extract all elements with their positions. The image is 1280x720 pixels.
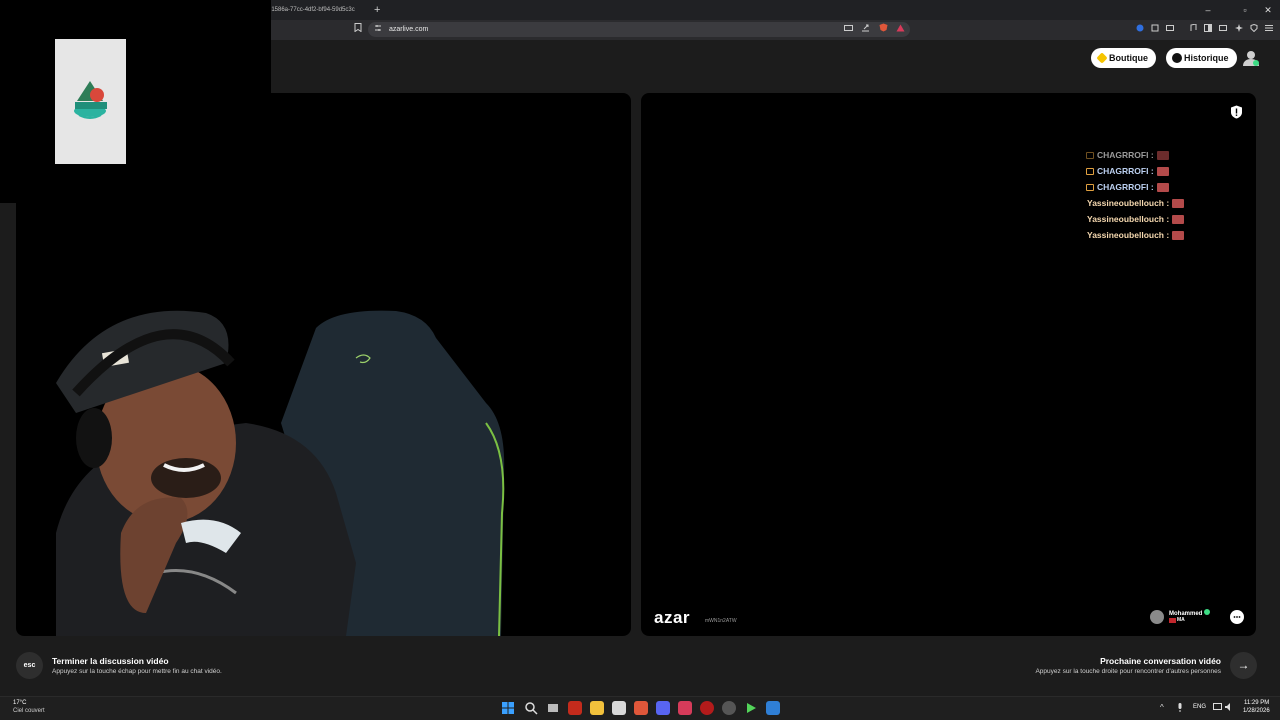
- gift-icon: [1156, 167, 1169, 176]
- chat-username: CHAGRROFI :: [1097, 150, 1154, 160]
- gift-icon: [1156, 151, 1169, 160]
- chat-bubble-button[interactable]: [1230, 610, 1244, 624]
- next-chat-hint: Appuyez sur la touche droite pour rencon…: [1035, 668, 1221, 675]
- input-language[interactable]: ENG: [1193, 704, 1206, 710]
- clock-time[interactable]: 11:29 PM: [1244, 700, 1269, 706]
- search-icon[interactable]: [524, 701, 538, 715]
- chat-message: CHAGRROFI :: [1086, 181, 1169, 193]
- weather-description[interactable]: Ciel couvert: [13, 708, 45, 714]
- sidebar-icon[interactable]: [1202, 23, 1214, 36]
- chat-message: Yassineoubellouch :: [1087, 213, 1185, 225]
- crown-icon: [1086, 184, 1094, 191]
- bookmark-icon[interactable]: [352, 23, 364, 36]
- media-icon[interactable]: [1187, 23, 1199, 36]
- shop-button[interactable]: Boutique: [1091, 48, 1156, 68]
- network-icon[interactable]: [1213, 703, 1222, 713]
- address-bar[interactable]: [368, 22, 910, 37]
- share-icon[interactable]: [859, 23, 871, 36]
- end-chat-esc-button[interactable]: esc: [16, 652, 43, 679]
- clock-date[interactable]: 1/28/2026: [1243, 708, 1270, 714]
- minimize-button[interactable]: –: [1201, 3, 1215, 17]
- chat-username: CHAGRROFI :: [1097, 166, 1154, 176]
- chat-username: CHAGRROFI :: [1097, 182, 1154, 192]
- extension-vpn-icon[interactable]: [1134, 23, 1146, 36]
- vpn-shield-icon[interactable]: [1248, 23, 1260, 36]
- play-app-icon[interactable]: [744, 701, 758, 715]
- history-label: Historique: [1184, 53, 1229, 63]
- room-id: mWN1n2ATW: [705, 618, 737, 624]
- crown-icon: [1086, 152, 1094, 159]
- new-tab-button[interactable]: +: [374, 3, 380, 17]
- app-icon-circle[interactable]: [700, 701, 714, 715]
- profile-avatar-icon[interactable]: [1242, 49, 1260, 67]
- brave-browser-icon[interactable]: [634, 701, 648, 715]
- wallet-icon[interactable]: [1217, 23, 1229, 36]
- preview-overlay: [0, 0, 271, 203]
- extension-puzzle-icon[interactable]: [1149, 23, 1161, 36]
- calendar-app-icon[interactable]: [612, 701, 626, 715]
- microphone-icon[interactable]: [1177, 703, 1183, 714]
- app-icon-gray[interactable]: [722, 701, 736, 715]
- azar-logo: azar: [654, 608, 691, 627]
- tray-chevron-icon[interactable]: ^: [1160, 703, 1164, 712]
- start-menu-icon[interactable]: [501, 701, 515, 715]
- peer-avatar: [1150, 610, 1164, 624]
- brave-rewards-icon[interactable]: [894, 23, 906, 36]
- chat-username: Yassineoubellouch :: [1087, 214, 1170, 224]
- history-button[interactable]: Historique: [1166, 48, 1237, 68]
- app-icon-red[interactable]: [568, 701, 582, 715]
- maximize-button[interactable]: ▫: [1238, 3, 1252, 17]
- close-window-button[interactable]: ✕: [1261, 3, 1275, 17]
- site-info-icon[interactable]: [372, 23, 384, 36]
- next-chat-title: Prochaine conversation vidéo: [1100, 656, 1221, 666]
- file-explorer-icon[interactable]: [590, 701, 604, 715]
- task-view-icon[interactable]: [546, 701, 560, 715]
- browser-tab[interactable]: 31586a-77cc-4df2-bf94-59d5c3c: [268, 2, 370, 18]
- crown-icon: [1086, 168, 1094, 175]
- end-chat-title: Terminer la discussion vidéo: [52, 656, 169, 666]
- channel-logo: [55, 39, 126, 164]
- chat-message: CHAGRROFI :: [1086, 149, 1169, 161]
- gift-icon: [1172, 215, 1185, 224]
- report-shield-icon[interactable]: [1230, 105, 1243, 119]
- chat-username: Yassineoubellouch :: [1087, 198, 1170, 208]
- peer-name-text: Mohammed: [1169, 611, 1203, 617]
- morocco-flag-icon: [1169, 618, 1176, 623]
- gift-icon: [1172, 199, 1185, 208]
- extension-box-icon[interactable]: [1164, 23, 1176, 36]
- volume-icon[interactable]: [1225, 703, 1234, 713]
- cast-icon[interactable]: [842, 23, 854, 36]
- end-chat-hint: Appuyez sur la touche échap pour mettre …: [52, 668, 222, 675]
- shop-label: Boutique: [1109, 53, 1148, 63]
- app-icon-pink[interactable]: [678, 701, 692, 715]
- photos-app-icon[interactable]: [766, 701, 780, 715]
- clock-icon: [1172, 53, 1182, 63]
- gift-icon: [1156, 183, 1169, 192]
- discord-icon[interactable]: [656, 701, 670, 715]
- chat-message: Yassineoubellouch :: [1087, 197, 1185, 209]
- brave-shields-icon[interactable]: [877, 23, 889, 36]
- gift-icon: [1172, 231, 1185, 240]
- weather-temperature[interactable]: 17°C: [13, 700, 26, 706]
- chat-message: Yassineoubellouch :: [1087, 229, 1185, 241]
- chat-message: CHAGRROFI :: [1086, 165, 1169, 177]
- peer-name: Mohammed: [1169, 609, 1211, 617]
- chat-username: Yassineoubellouch :: [1087, 230, 1170, 240]
- url-text[interactable]: azarlive.com: [389, 22, 428, 37]
- peer-country: MA: [1177, 617, 1185, 623]
- next-chat-button[interactable]: →: [1230, 652, 1257, 679]
- menu-icon[interactable]: [1263, 23, 1275, 36]
- leo-ai-icon[interactable]: [1233, 23, 1245, 36]
- verified-icon: [1204, 609, 1211, 615]
- diamond-icon: [1096, 52, 1108, 64]
